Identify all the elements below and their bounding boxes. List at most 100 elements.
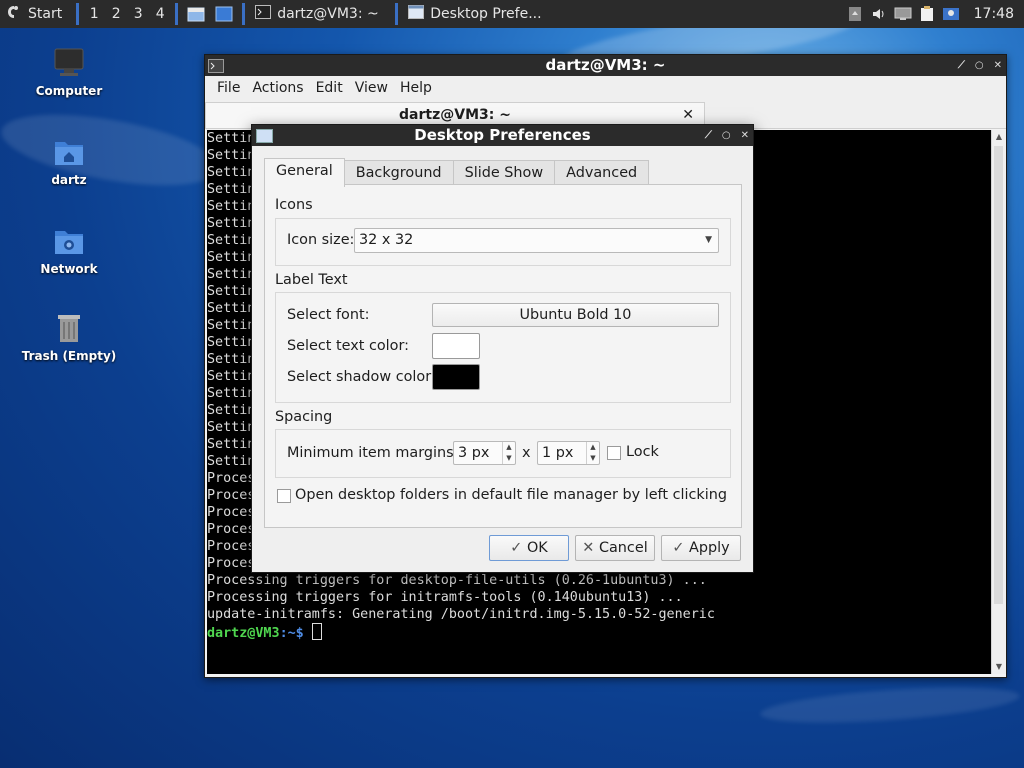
check-icon: ✓ [672, 540, 685, 556]
select-font-label: Select font: [287, 307, 370, 323]
minimize-icon[interactable]: ⟋ [958, 55, 965, 76]
desktop-icon-label: dartz [51, 173, 87, 187]
trash-icon [52, 311, 86, 345]
icon-size-value: 32 x 32 [359, 232, 414, 248]
margin-x-value: 3 px [458, 445, 490, 461]
desktop-icon-dartz[interactable]: dartz [19, 135, 119, 187]
desktop-icon-label: Trash (Empty) [21, 349, 117, 363]
lock-label: Lock [626, 444, 659, 460]
desktop-icon-computer[interactable]: Computer [19, 46, 119, 98]
menu-edit[interactable]: Edit [310, 80, 349, 96]
dialog-title: Desktop Preferences [414, 126, 591, 144]
ok-button[interactable]: ✓ OK [489, 535, 569, 561]
spin-arrows-icon[interactable]: ▲ ▼ [586, 442, 599, 464]
task-label: Desktop Prefe... [430, 6, 542, 22]
ok-label: OK [526, 540, 548, 556]
scroll-up-icon[interactable]: ▲ [992, 132, 1006, 144]
desktop-switch-4[interactable]: 4 [149, 0, 171, 28]
apply-label: Apply [689, 540, 730, 556]
taskbar-separator [175, 3, 179, 25]
clock[interactable]: 17:48 [966, 6, 1018, 22]
window-icon [408, 5, 425, 23]
icons-frame: Icon size: 32 x 32 ▼ [275, 218, 731, 266]
tab-bar: General Background Slide Show Advanced [264, 158, 650, 187]
margin-x-spinbox[interactable]: 3 px ▲ ▼ [453, 441, 516, 465]
cancel-button[interactable]: ✕ Cancel [575, 535, 655, 561]
network-monitor-icon[interactable] [894, 5, 912, 23]
desktop-icon-label: Computer [35, 84, 103, 98]
desktop-switch-1[interactable]: 1 [83, 0, 105, 28]
volume-icon[interactable] [870, 5, 888, 23]
terminal-titlebar[interactable]: dartz@VM3: ~ ⟋ ○ ✕ [205, 55, 1006, 76]
shadow-color-swatch[interactable] [432, 364, 480, 390]
terminal-tab-label: dartz@VM3: ~ [399, 107, 511, 123]
task-terminal[interactable]: dartz@VM3: ~ [249, 0, 391, 28]
user-icon[interactable] [942, 5, 960, 23]
lock-checkbox[interactable] [607, 446, 621, 460]
menu-actions[interactable]: Actions [246, 80, 309, 96]
monitor-icon [52, 46, 86, 80]
taskbar-separator [242, 3, 246, 25]
desktop-icon-label: Network [40, 262, 98, 276]
prompt-path: :~$ [279, 626, 304, 641]
terminal-menubar: File Actions Edit View Help [205, 76, 1006, 100]
scrollbar-thumb[interactable] [994, 146, 1003, 604]
terminal-icon [255, 5, 272, 23]
desktop-icon-trash[interactable]: Trash (Empty) [19, 311, 119, 363]
spin-arrows-icon[interactable]: ▲ ▼ [502, 442, 515, 464]
start-menu-icon [6, 4, 22, 24]
task-desktop-preferences[interactable]: Desktop Prefe... [402, 0, 547, 28]
dialog-titlebar[interactable]: Desktop Preferences ⟋ ○ ✕ [252, 125, 753, 146]
minimize-icon[interactable]: ⟋ [705, 125, 712, 146]
margin-y-spinbox[interactable]: 1 px ▲ ▼ [537, 441, 600, 465]
terminal-scrollbar[interactable]: ▲ ▼ [991, 130, 1006, 674]
label-text-frame: Select font: Ubuntu Bold 10 Select text … [275, 292, 731, 403]
terminal-icon [208, 58, 224, 79]
desktop-switch-2[interactable]: 2 [105, 0, 127, 28]
maximize-icon[interactable]: ○ [722, 125, 731, 146]
maximize-icon[interactable]: ○ [975, 55, 984, 76]
taskbar-separator [76, 3, 80, 25]
close-icon[interactable]: ✕ [994, 55, 1002, 76]
spacing-frame: Minimum item margins: 3 px ▲ ▼ x 1 px ▲ ▼ … [275, 429, 731, 478]
file-manager-launcher-icon[interactable] [185, 3, 207, 25]
general-panel: Icons Icon size: 32 x 32 ▼ Label Text Se… [264, 184, 742, 528]
taskbar-separator [395, 3, 399, 25]
label-text-section-heading: Label Text [275, 272, 348, 288]
close-icon[interactable]: ✕ [741, 125, 749, 146]
eject-icon[interactable] [846, 5, 864, 23]
times-symbol: x [522, 445, 531, 461]
open-folders-checkbox[interactable] [277, 489, 291, 503]
start-label: Start [28, 6, 63, 22]
apply-button[interactable]: ✓ Apply [661, 535, 741, 561]
open-folders-label: Open desktop folders in default file man… [295, 487, 727, 503]
window-icon [256, 129, 273, 143]
start-button[interactable]: Start [0, 0, 72, 28]
home-folder-icon [52, 135, 86, 169]
desktop-switch-3[interactable]: 3 [127, 0, 149, 28]
taskbar: Start 1 2 3 4 dartz@VM3: ~ Desktop Prefe… [0, 0, 1024, 28]
tab-advanced[interactable]: Advanced [554, 160, 650, 186]
menu-file[interactable]: File [211, 80, 246, 96]
text-cursor [311, 623, 322, 640]
text-color-swatch[interactable] [432, 333, 480, 359]
shadow-color-label: Select shadow color: [287, 369, 436, 385]
clipboard-icon[interactable] [918, 5, 936, 23]
scroll-down-icon[interactable]: ▼ [992, 662, 1006, 674]
tab-slide-show[interactable]: Slide Show [452, 160, 556, 186]
icon-size-select[interactable]: 32 x 32 ▼ [354, 228, 719, 253]
menu-view[interactable]: View [349, 80, 394, 96]
desktop-icon-network[interactable]: Network [19, 224, 119, 276]
cancel-label: Cancel [598, 540, 648, 556]
show-desktop-icon[interactable] [213, 3, 235, 25]
menu-help[interactable]: Help [394, 80, 438, 96]
cancel-x-icon: ✕ [582, 540, 595, 556]
tab-general[interactable]: General [264, 158, 345, 187]
icons-section-heading: Icons [275, 197, 313, 213]
tab-background[interactable]: Background [343, 160, 454, 186]
network-folder-icon [52, 224, 86, 258]
margin-y-value: 1 px [542, 445, 574, 461]
spacing-section-heading: Spacing [275, 409, 333, 425]
select-font-button[interactable]: Ubuntu Bold 10 [432, 303, 719, 327]
terminal-prompt: dartz@VM3:~$ [207, 623, 991, 642]
